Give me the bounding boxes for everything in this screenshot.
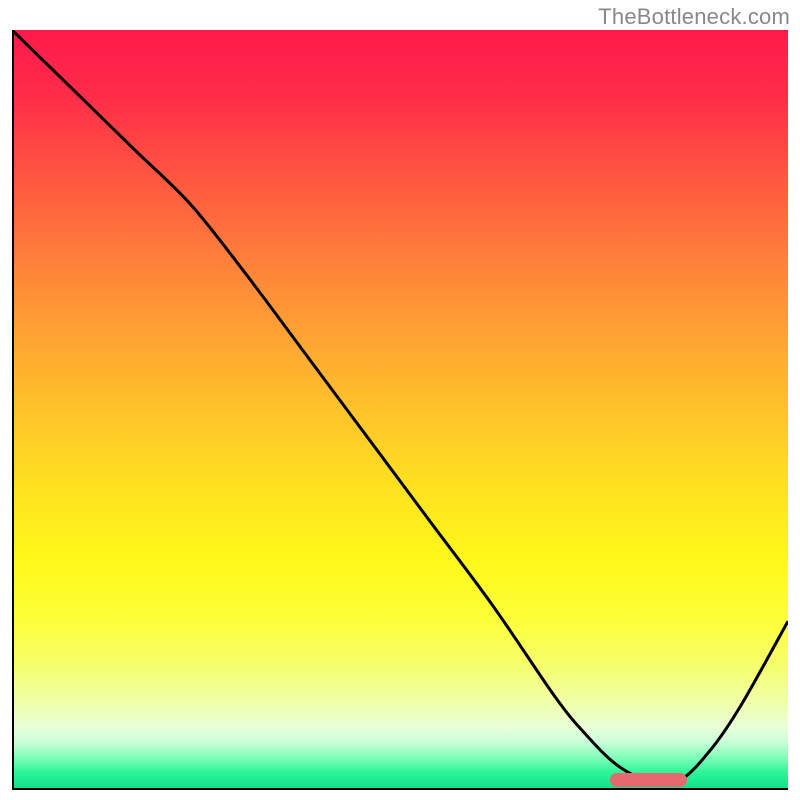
chart-container: TheBottleneck.com (0, 0, 800, 800)
bottleneck-curve (12, 30, 788, 788)
plot-area (12, 30, 788, 788)
optimal-range-marker (610, 773, 688, 787)
y-axis (12, 30, 14, 788)
watermark-text: TheBottleneck.com (598, 4, 790, 30)
x-axis (12, 788, 788, 790)
curve-path (12, 30, 788, 783)
